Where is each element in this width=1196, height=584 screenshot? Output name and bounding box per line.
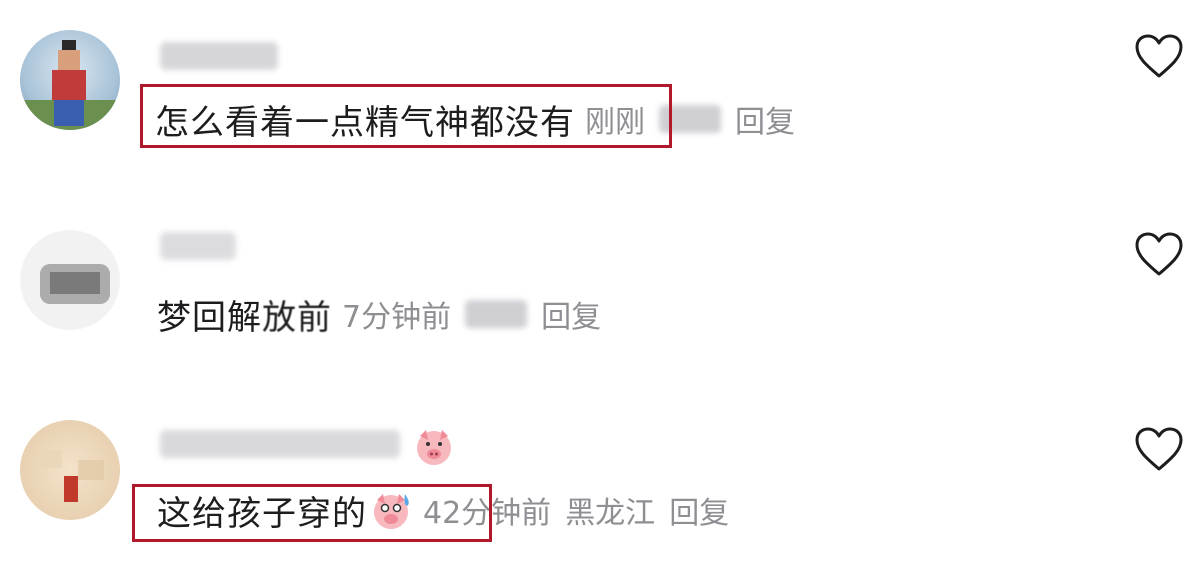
reply-button[interactable]: 回复 bbox=[541, 292, 601, 336]
comment-item: 梦回解 放前 7分钟前 回复 bbox=[0, 200, 1196, 380]
avatar[interactable] bbox=[20, 420, 120, 520]
username-redacted[interactable] bbox=[160, 232, 236, 260]
avatar-image bbox=[20, 40, 120, 130]
location-redacted bbox=[465, 300, 528, 328]
pig-emoji bbox=[417, 430, 451, 465]
comment-row: 梦回解 放前 7分钟前 回复 bbox=[157, 289, 615, 339]
avatar-image bbox=[40, 264, 110, 304]
comment-meta: 7分钟前 回复 bbox=[342, 292, 615, 336]
avatar-image bbox=[40, 450, 104, 502]
avatar[interactable] bbox=[20, 30, 120, 130]
comment-text-part2: 放前 bbox=[262, 297, 332, 338]
reply-button[interactable]: 回复 bbox=[735, 97, 795, 141]
comment-item: 这给孩子穿的 42分钟前 黑龙江 回复 bbox=[0, 390, 1196, 584]
comment-location: 黑龙江 bbox=[565, 496, 656, 531]
highlight-box bbox=[140, 84, 672, 148]
comment-text-part1: 梦回解 bbox=[157, 297, 262, 338]
heart-outline-icon[interactable] bbox=[1134, 426, 1184, 472]
comment-time: 7分钟前 bbox=[342, 300, 452, 335]
heart-outline-icon[interactable] bbox=[1134, 231, 1184, 277]
username-redacted[interactable] bbox=[160, 42, 278, 70]
reply-button[interactable]: 回复 bbox=[669, 488, 729, 532]
heart-outline-icon[interactable] bbox=[1134, 33, 1184, 79]
highlight-box bbox=[132, 484, 492, 542]
avatar[interactable] bbox=[20, 230, 120, 330]
username-redacted[interactable] bbox=[160, 430, 400, 458]
comment-item: 怎么看着一点精气神都没有 刚刚 回复 bbox=[0, 0, 1196, 180]
